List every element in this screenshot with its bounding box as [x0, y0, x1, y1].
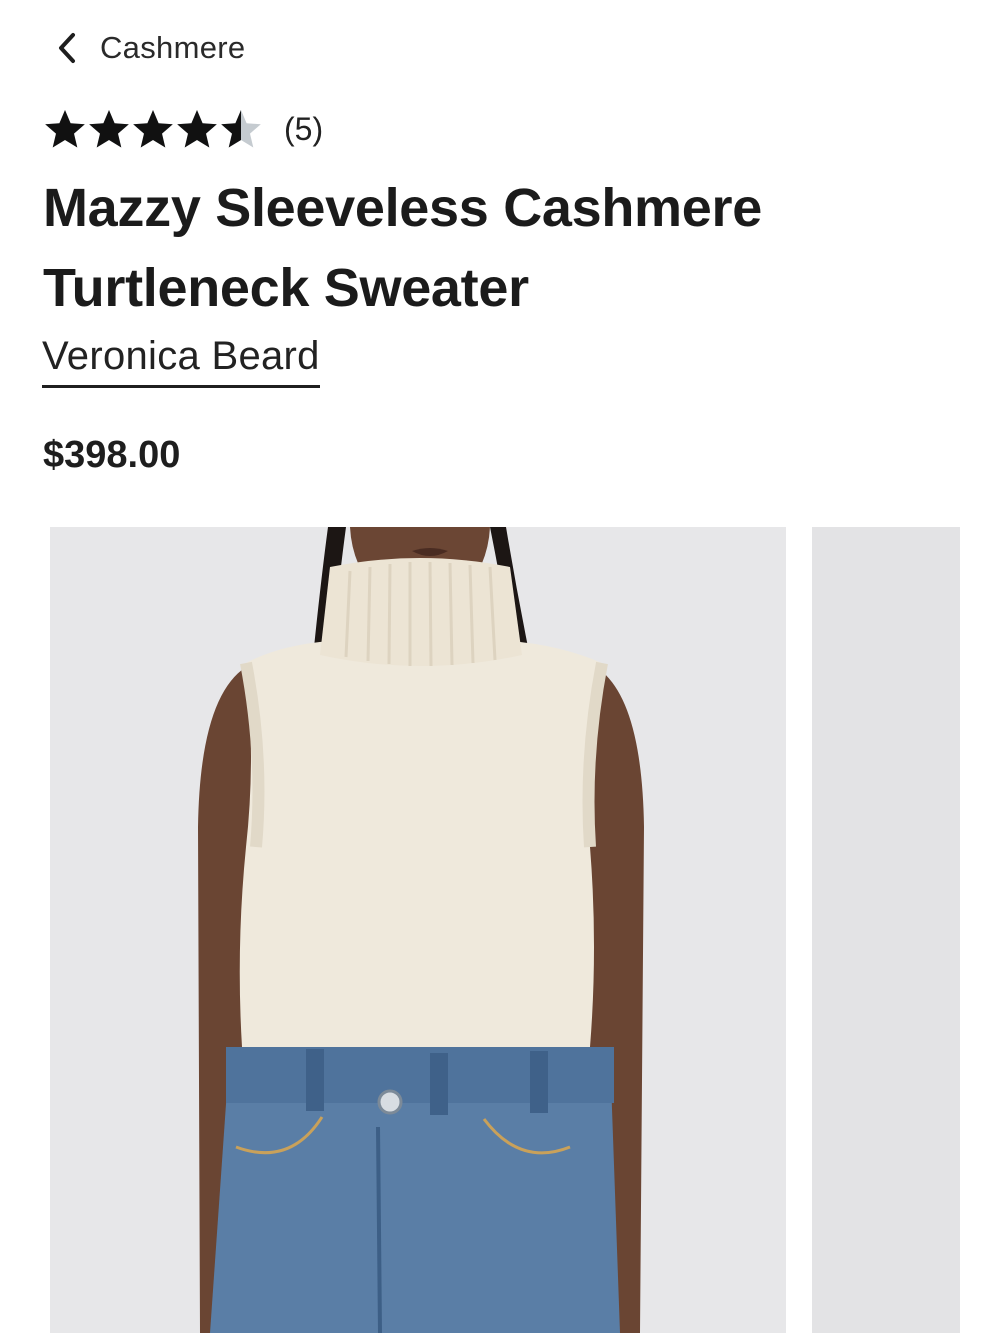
- star-icon: [133, 110, 173, 148]
- model-side-photo[interactable]: [812, 527, 960, 1333]
- product-title: Mazzy Sleeveless Cashmere Turtleneck Swe…: [43, 168, 943, 328]
- breadcrumb-back-link[interactable]: Cashmere: [56, 26, 245, 70]
- chevron-left-icon: [56, 31, 78, 65]
- star-icon: [221, 110, 261, 148]
- model-front-photo[interactable]: [50, 527, 786, 1333]
- brand-link[interactable]: Veronica Beard: [42, 334, 320, 388]
- product-title-line2: Turtleneck Sweater: [43, 258, 529, 318]
- review-count: (5): [284, 110, 324, 147]
- product-page: Cashmere (5) Mazzy Sleeveless Cashmere T…: [0, 0, 1000, 1333]
- rating-summary[interactable]: (5): [44, 108, 323, 150]
- product-title-line1: Mazzy Sleeveless Cashmere: [43, 178, 762, 238]
- breadcrumb-label: Cashmere: [100, 30, 246, 65]
- product-price: $398.00: [43, 434, 181, 476]
- image-carousel[interactable]: [0, 527, 1000, 1333]
- star-rating: [44, 108, 262, 150]
- star-icon: [89, 110, 129, 148]
- star-icon: [45, 110, 85, 148]
- star-icon: [177, 110, 217, 148]
